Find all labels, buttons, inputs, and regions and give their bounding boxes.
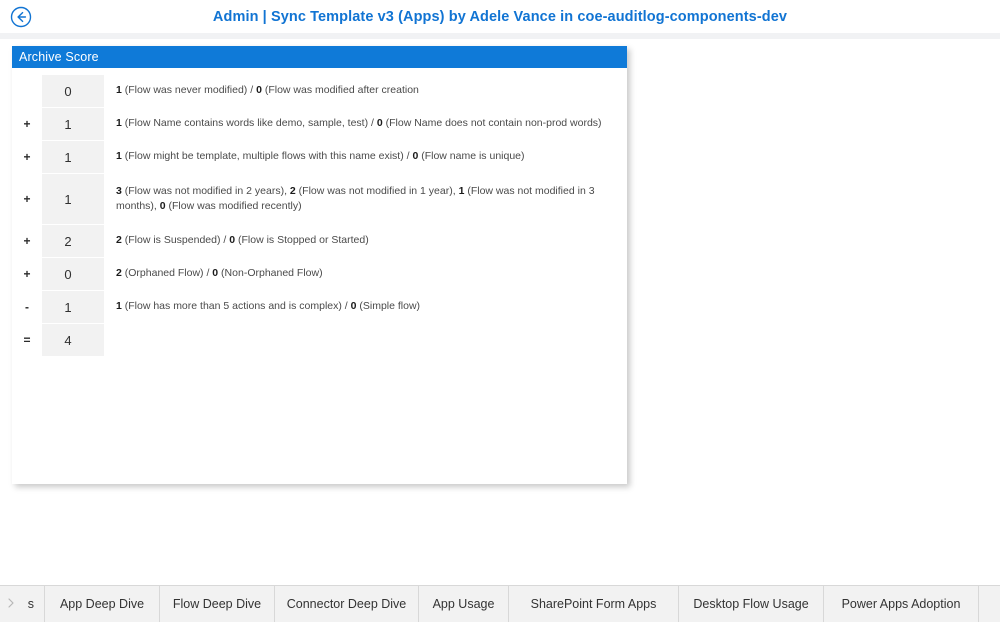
tab-s[interactable]: s xyxy=(22,586,44,622)
score-value-cell: 1 xyxy=(42,291,104,323)
operator-cell: + xyxy=(23,192,31,206)
tab-label: App Usage xyxy=(432,597,495,611)
score-description-cell: 1 (Flow was never modified) / 0 (Flow wa… xyxy=(104,75,627,107)
tab-scroll-left-button[interactable] xyxy=(0,586,22,622)
archive-score-card: Archive Score 01 (Flow was never modifie… xyxy=(12,46,627,484)
score-description-cell: 2 (Orphaned Flow) / 0 (Non-Orphaned Flow… xyxy=(104,258,627,290)
score-description-cell: 1 (Flow might be template, multiple flow… xyxy=(104,141,627,173)
score-value-cell: 1 xyxy=(42,141,104,173)
score-condition-text: (Orphaned Flow) / xyxy=(121,267,213,280)
operator-cell: = xyxy=(23,333,31,347)
score-value-cell: 0 xyxy=(42,75,104,107)
table-row: +1 1 (Flow might be template, multiple fl… xyxy=(12,141,627,173)
score-condition-text: (Flow has more than 5 actions and is com… xyxy=(121,300,351,313)
score-condition-text: (Flow might be template, multiple flows … xyxy=(121,150,413,163)
tab-desktop-flow-usage[interactable]: Desktop Flow Usage xyxy=(678,586,823,622)
score-condition-text: (Flow was not modified in 1 year), xyxy=(295,184,459,197)
table-row: 01 (Flow was never modified) / 0 (Flow w… xyxy=(12,75,627,107)
score-value-cell: 2 xyxy=(42,225,104,257)
score-condition-text: (Flow Name does not contain non-prod wor… xyxy=(382,117,602,130)
score-condition-text: (Simple flow) xyxy=(356,300,421,313)
table-row: = 4 xyxy=(12,324,627,356)
chevron-left-icon xyxy=(7,598,15,610)
score-description-cell: 1 (Flow Name contains words like demo, s… xyxy=(104,108,627,140)
table-row: +1 1 (Flow Name contains words like demo,… xyxy=(12,108,627,140)
back-button[interactable] xyxy=(4,0,37,33)
score-description-cell: 1 (Flow has more than 5 actions and is c… xyxy=(104,291,627,323)
card-header: Archive Score xyxy=(12,46,627,68)
score-description-cell: 3 (Flow was not modified in 2 years), 2 … xyxy=(104,174,627,224)
operator-cell: + xyxy=(23,267,31,281)
operator-cell: - xyxy=(25,300,29,314)
table-row: +1 3 (Flow was not modified in 2 years), … xyxy=(12,174,627,224)
score-condition-text: (Flow was never modified) / xyxy=(121,84,257,97)
tab-label: Desktop Flow Usage xyxy=(693,597,809,611)
tab-app-usage[interactable]: App Usage xyxy=(418,586,508,622)
tab-label: Power Apps Adoption xyxy=(841,597,961,611)
score-condition-text: (Flow was modified recently) xyxy=(165,200,302,212)
tab-app-deep-dive[interactable]: App Deep Dive xyxy=(44,586,159,622)
score-description-cell: 2 (Flow is Suspended) / 0 (Flow is Stopp… xyxy=(104,225,627,257)
card-body: 01 (Flow was never modified) / 0 (Flow w… xyxy=(12,68,627,357)
score-value-cell: 4 xyxy=(42,324,104,356)
tab-power-apps-adoption[interactable]: Power Apps Adoption xyxy=(823,586,978,622)
tab-label: s xyxy=(27,597,34,611)
score-value-cell: 1 xyxy=(42,108,104,140)
score-condition-text: (Flow Name contains words like demo, sam… xyxy=(121,117,377,130)
card-header-label: Archive Score xyxy=(19,50,99,64)
tab-label: Connector Deep Dive xyxy=(286,597,407,611)
tab-label: SharePoint Form Apps xyxy=(530,597,657,611)
circled-left-arrow-icon xyxy=(10,6,32,28)
tab-connector-deep-dive[interactable]: Connector Deep Dive xyxy=(274,586,418,622)
operator-cell: + xyxy=(23,117,31,131)
tab-label: App Deep Dive xyxy=(59,597,145,611)
score-condition-text: (Flow is Suspended) / xyxy=(121,234,230,247)
score-condition-text: (Flow was not modified in 2 years), xyxy=(121,184,290,197)
table-row: -11 (Flow has more than 5 actions and is… xyxy=(12,291,627,323)
title-bar-divider xyxy=(0,33,1000,39)
score-description-cell xyxy=(104,324,627,356)
tab-power-platform[interactable]: Power Platform xyxy=(978,586,1000,622)
tab-flow-deep-dive[interactable]: Flow Deep Dive xyxy=(159,586,274,622)
score-condition-text: (Flow was modified after creation xyxy=(261,84,419,97)
score-condition-text: (Non-Orphaned Flow) xyxy=(218,267,323,280)
operator-cell: + xyxy=(23,150,31,164)
archive-score-table: 01 (Flow was never modified) / 0 (Flow w… xyxy=(12,74,627,357)
score-condition-text: (Flow name is unique) xyxy=(418,150,525,163)
page-title: Admin | Sync Template v3 (Apps) by Adele… xyxy=(212,8,788,25)
table-row: +0 2 (Orphaned Flow) / 0 (Non-Orphaned Fl… xyxy=(12,258,627,290)
score-value-cell: 0 xyxy=(42,258,104,290)
tab-label: Flow Deep Dive xyxy=(172,597,262,611)
operator-cell xyxy=(12,75,42,107)
title-bar: Admin | Sync Template v3 (Apps) by Adele… xyxy=(0,0,1000,33)
table-row: +2 2 (Flow is Suspended) / 0 (Flow is Sto… xyxy=(12,225,627,257)
score-value-cell: 1 xyxy=(42,174,104,224)
operator-cell: + xyxy=(23,234,31,248)
report-tab-strip[interactable]: s App Deep Dive Flow Deep Dive Connector De… xyxy=(0,585,1000,622)
tab-sharepoint-form-apps[interactable]: SharePoint Form Apps xyxy=(508,586,678,622)
score-condition-text: (Flow is Stopped or Started) xyxy=(235,234,369,247)
